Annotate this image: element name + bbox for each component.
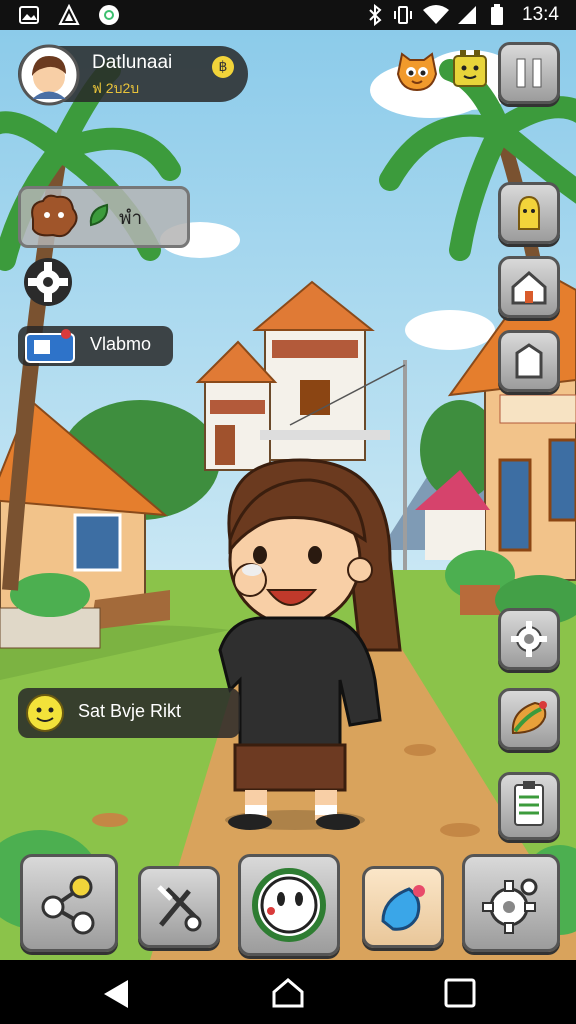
back-icon[interactable] (100, 978, 132, 1010)
coin-icon: ฿ (212, 56, 234, 78)
player-info-panel[interactable]: Datlunaai ฟ 2บ2บ ฿ (18, 44, 248, 106)
door-icon (515, 343, 543, 379)
tools-button[interactable] (138, 866, 220, 948)
wifi-icon (423, 5, 449, 24)
avatar[interactable] (18, 44, 80, 106)
door-button[interactable] (498, 330, 560, 392)
settings-gear-icon[interactable] (22, 256, 74, 308)
character-icon (518, 195, 540, 230)
clipboard-icon (514, 781, 544, 826)
home-icon (511, 271, 547, 305)
clock: 13:4 (522, 4, 559, 25)
smiley-icon (26, 694, 64, 732)
vibrate-icon (394, 6, 412, 24)
settings-button[interactable] (498, 608, 560, 670)
sparkle-gear-icon (482, 878, 538, 934)
player-level: ฟ 2บ2บ (92, 80, 140, 96)
pause-icon (516, 58, 542, 88)
navigation-bar (0, 960, 576, 1024)
pet-face-icon[interactable] (392, 44, 442, 94)
magic-button[interactable] (462, 854, 560, 952)
gear-icon (511, 621, 547, 657)
chrome-icon (99, 5, 119, 25)
share-button[interactable] (20, 854, 118, 952)
pet-action-button[interactable] (238, 854, 340, 956)
map-icon (25, 329, 75, 363)
battery-icon (491, 4, 503, 25)
pet-status-panel[interactable]: พำ (18, 186, 190, 248)
water-drop-icon (381, 885, 425, 931)
character-button[interactable] (498, 182, 560, 244)
tasks-button[interactable] (498, 772, 560, 840)
player-character[interactable] (190, 450, 410, 830)
water-button[interactable] (362, 866, 444, 948)
status-bar: 13:4 (0, 0, 576, 30)
home-nav-icon[interactable] (270, 976, 306, 1010)
pause-button[interactable] (498, 42, 560, 104)
bluetooth-icon (369, 4, 382, 26)
player-name: Datlunaai (92, 52, 173, 73)
gallery-icon (19, 6, 39, 24)
chat-label: Sat Bvje Rikt (78, 701, 182, 721)
app-icon (58, 4, 80, 25)
leaf-icon (89, 203, 109, 227)
signal-icon (458, 6, 476, 24)
game-scene: Datlunaai ฟ 2บ2บ ฿ พำ Vlabmo Sat Bvje Ri… (0, 30, 576, 960)
pet-icon (31, 194, 78, 238)
chat-panel[interactable]: Sat Bvje Rikt (18, 688, 240, 738)
recents-icon[interactable] (444, 978, 476, 1008)
share-icon (41, 875, 95, 935)
home-button[interactable] (498, 256, 560, 318)
leaf-food-icon (511, 701, 547, 735)
battery-face-icon[interactable] (448, 46, 492, 92)
food-button[interactable] (498, 688, 560, 750)
location-panel[interactable]: Vlabmo (18, 326, 173, 366)
pet-status-text: พำ (119, 208, 143, 229)
location-label: Vlabmo (90, 334, 152, 354)
ghost-face-icon (252, 868, 326, 942)
tools-icon (157, 885, 202, 932)
